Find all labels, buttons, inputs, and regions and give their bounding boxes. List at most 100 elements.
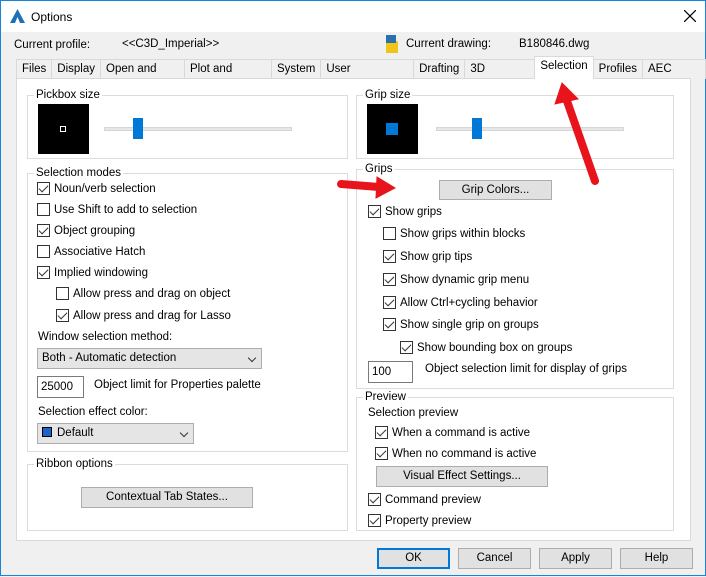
tab-aec-editor[interactable]: AEC Editor [642, 59, 706, 94]
checkbox-label: Object grouping [54, 224, 136, 237]
checkbox-label: Show grips within blocks [400, 227, 526, 240]
tab-user-preferences[interactable]: User Preferences [320, 59, 415, 94]
window-selection-method-value: Both - Automatic detection [42, 352, 177, 364]
grip-option-checkbox[interactable]: Allow Ctrl+cycling behavior [383, 296, 538, 309]
tab-bar: FilesDisplayOpen and SavePlot and Publis… [16, 56, 706, 94]
checkbox-label: Implied windowing [54, 266, 148, 279]
grip-colors-button[interactable]: Grip Colors... [439, 180, 552, 200]
checkbox-checked-icon[interactable] [37, 266, 50, 279]
checkbox-label: Allow Ctrl+cycling behavior [400, 296, 538, 309]
checkbox-checked-icon[interactable] [400, 341, 413, 354]
tab-3d-modeling[interactable]: 3D Modeling [464, 59, 536, 94]
checkbox-unchecked-icon[interactable] [37, 203, 50, 216]
checkbox-label: When a command is active [392, 426, 531, 439]
grip-option-checkbox[interactable]: Show single grip on groups [383, 318, 539, 331]
selection-mode-checkbox[interactable]: Allow press and drag for Lasso [56, 309, 231, 322]
grips-title: Grips [363, 162, 395, 176]
selection-effect-color-label: Selection effect color: [38, 406, 148, 418]
current-drawing-value: B180846.dwg [519, 38, 590, 50]
preview-option-checkbox[interactable]: When no command is active [375, 447, 536, 460]
checkbox-checked-icon[interactable] [383, 318, 396, 331]
checkbox-checked-icon[interactable] [37, 224, 50, 237]
pickbox-size-group: Pickbox size [27, 88, 348, 159]
checkbox-checked-icon[interactable] [383, 250, 396, 263]
preview-option-checkbox[interactable]: When a command is active [375, 426, 530, 439]
grip-size-slider-track[interactable] [436, 127, 624, 131]
checkbox-label: Show grips [385, 205, 442, 218]
checkbox-label: Allow press and drag on object [73, 287, 231, 300]
current-profile-label: Current profile: [14, 39, 91, 51]
preview-option-checkbox[interactable]: Property preview [368, 514, 471, 527]
ok-button[interactable]: OK [377, 548, 450, 569]
tab-plot-and-publish[interactable]: Plot and Publish [184, 59, 272, 94]
apply-button[interactable]: Apply [539, 548, 612, 569]
checkbox-checked-icon[interactable] [383, 273, 396, 286]
contextual-tab-states-button[interactable]: Contextual Tab States... [81, 487, 253, 508]
chevron-down-icon [247, 353, 257, 363]
selection-mode-checkbox[interactable]: Implied windowing [37, 266, 148, 279]
tab-selection[interactable]: Selection [534, 56, 594, 79]
grip-option-checkbox[interactable]: Show grips within blocks [383, 227, 525, 240]
checkbox-label: Show bounding box on groups [417, 341, 573, 354]
checkbox-label: Show single grip on groups [400, 318, 539, 331]
checkbox-checked-icon[interactable] [383, 296, 396, 309]
window-title: Options [31, 10, 73, 24]
checkbox-checked-icon[interactable] [375, 447, 388, 460]
checkbox-unchecked-icon[interactable] [383, 227, 396, 240]
checkbox-label: When no command is active [392, 447, 537, 460]
grip-option-checkbox[interactable]: Show dynamic grip menu [383, 273, 529, 286]
selection-mode-checkbox[interactable]: Allow press and drag on object [56, 287, 230, 300]
grip-option-checkbox[interactable]: Show bounding box on groups [400, 341, 572, 354]
checkbox-label: Associative Hatch [54, 245, 146, 258]
checkbox-unchecked-icon[interactable] [37, 245, 50, 258]
selection-mode-checkbox[interactable]: Associative Hatch [37, 245, 145, 258]
grip-size-slider-thumb[interactable] [472, 118, 483, 139]
selection-mode-checkbox[interactable]: Use Shift to add to selection [37, 203, 197, 216]
tab-files[interactable]: Files [16, 59, 53, 79]
checkbox-label: Show dynamic grip menu [400, 273, 530, 286]
options-dialog: Options Current profile: <<C3D_Imperial>… [0, 0, 706, 576]
preview-title: Preview [363, 390, 408, 404]
selection-mode-checkbox[interactable]: Noun/verb selection [37, 182, 156, 195]
grip-limit-label: Object selection limit for display of gr… [425, 363, 627, 375]
object-limit-input[interactable]: 25000 [37, 376, 84, 398]
tab-display[interactable]: Display [51, 59, 101, 79]
selection-mode-checkbox[interactable]: Object grouping [37, 224, 135, 237]
checkbox-checked-icon[interactable] [368, 493, 381, 506]
current-drawing-label: Current drawing: [406, 38, 492, 50]
checkbox-checked-icon[interactable] [368, 514, 381, 527]
grip-option-checkbox[interactable]: Show grip tips [383, 250, 472, 263]
checkbox-label: Show grip tips [400, 250, 473, 263]
tab-profiles[interactable]: Profiles [592, 59, 644, 79]
current-profile-value: <<C3D_Imperial>> [122, 38, 220, 50]
title-bar: Options [1, 1, 705, 32]
checkbox-unchecked-icon[interactable] [56, 287, 69, 300]
checkbox-label: Noun/verb selection [54, 182, 156, 195]
tab-drafting[interactable]: Drafting [413, 59, 466, 79]
grip-option-checkbox[interactable]: Show grips [368, 205, 442, 218]
cancel-button[interactable]: Cancel [458, 548, 531, 569]
preview-option-checkbox[interactable]: Command preview [368, 493, 481, 506]
drawing-file-icon [386, 35, 398, 53]
selection-modes-title: Selection modes [34, 166, 124, 180]
selection-effect-color-dropdown[interactable]: Default [37, 423, 194, 444]
checkbox-checked-icon[interactable] [375, 426, 388, 439]
help-button[interactable]: Help [620, 548, 693, 569]
color-swatch [42, 427, 52, 437]
grip-limit-input[interactable]: 100 [368, 361, 413, 383]
tab-system[interactable]: System [270, 59, 322, 79]
chevron-down-icon [179, 428, 189, 438]
pickbox-slider-track[interactable] [104, 127, 292, 131]
checkbox-label: Allow press and drag for Lasso [73, 309, 231, 322]
window-selection-method-dropdown[interactable]: Both - Automatic detection [37, 348, 262, 369]
selection-effect-color-value: Default [57, 427, 94, 439]
checkbox-checked-icon[interactable] [37, 182, 50, 195]
tab-open-and-save[interactable]: Open and Save [100, 59, 186, 94]
close-icon[interactable] [684, 10, 696, 22]
visual-effect-settings-button[interactable]: Visual Effect Settings... [376, 466, 548, 487]
pickbox-size-title: Pickbox size [34, 88, 102, 102]
checkbox-checked-icon[interactable] [56, 309, 69, 322]
object-limit-label: Object limit for Properties palette [94, 379, 261, 391]
checkbox-checked-icon[interactable] [368, 205, 381, 218]
pickbox-slider-thumb[interactable] [133, 118, 144, 139]
